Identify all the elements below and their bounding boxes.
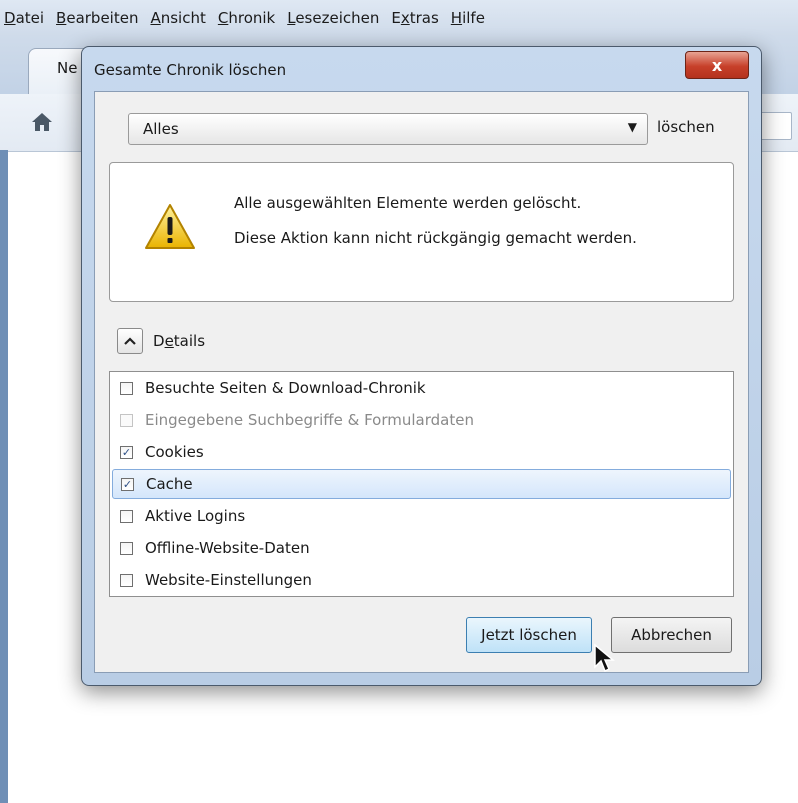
history-item-label: Website-Einstellungen <box>145 571 312 589</box>
history-item-row[interactable]: Eingegebene Suchbegriffe & Formulardaten <box>112 405 731 435</box>
history-item-row[interactable]: ✓ Cache <box>112 469 731 499</box>
history-item-label: Offline-Website-Daten <box>145 539 310 557</box>
checkbox-unchecked <box>120 413 133 427</box>
history-item-label: Eingegebene Suchbegriffe & Formulardaten <box>145 411 474 429</box>
dialog-content: Alles ▼ löschen Alle ausgewählten Elemen… <box>94 91 749 673</box>
chevron-up-icon <box>124 337 136 345</box>
time-range-suffix: löschen <box>657 118 715 136</box>
history-item-row[interactable]: Aktive Logins <box>112 501 731 531</box>
history-item-label: Besuchte Seiten & Download-Chronik <box>145 379 426 397</box>
menu-lesezeichen[interactable]: Lesezeichen <box>287 9 379 27</box>
checkbox-unchecked[interactable] <box>120 509 133 523</box>
history-item-row[interactable]: Offline-Website-Daten <box>112 533 731 563</box>
warning-text-primary: Alle ausgewählten Elemente werden gelösc… <box>234 194 582 212</box>
menu-hilfe[interactable]: Hilfe <box>451 9 485 27</box>
history-item-label: Cache <box>146 475 193 493</box>
checkbox-checked[interactable]: ✓ <box>121 477 134 491</box>
close-button[interactable]: x <box>685 51 749 79</box>
menu-chronik[interactable]: Chronik <box>218 9 275 27</box>
details-toggle-button[interactable] <box>117 328 143 354</box>
warning-text-secondary: Diese Aktion kann nicht rückgängig gemac… <box>234 229 637 247</box>
history-item-row[interactable]: Besuchte Seiten & Download-Chronik <box>112 373 731 403</box>
warning-icon <box>145 204 195 249</box>
history-item-label: Aktive Logins <box>145 507 246 525</box>
checkbox-checked[interactable]: ✓ <box>120 445 133 459</box>
checkbox-unchecked[interactable] <box>120 573 133 587</box>
menu-datei[interactable]: Datei <box>4 9 44 27</box>
time-range-value: Alles <box>143 120 179 138</box>
history-item-label: Cookies <box>145 443 204 461</box>
dropdown-arrow-icon: ▼ <box>627 120 637 134</box>
menu-bar: Datei Bearbeiten Ansicht Chronik Lesezei… <box>0 0 798 36</box>
window-edge <box>0 150 8 803</box>
cancel-button[interactable]: Abbrechen <box>611 617 732 653</box>
mouse-cursor-icon <box>594 643 615 673</box>
warning-box: Alle ausgewählten Elemente werden gelösc… <box>109 162 734 302</box>
clear-history-dialog: Gesamte Chronik löschen x Alles ▼ lösche… <box>81 46 762 686</box>
time-range-select[interactable]: Alles ▼ <box>128 113 648 145</box>
menu-ansicht[interactable]: Ansicht <box>150 9 205 27</box>
checkbox-unchecked[interactable] <box>120 541 133 555</box>
history-item-row[interactable]: Website-Einstellungen <box>112 565 731 595</box>
clear-now-button[interactable]: Jetzt löschen <box>466 617 592 653</box>
checkbox-unchecked[interactable] <box>120 381 133 395</box>
history-items-list: Besuchte Seiten & Download-Chronik Eingeg… <box>109 371 734 597</box>
menu-bearbeiten[interactable]: Bearbeiten <box>56 9 138 27</box>
browser-tab-label: Ne <box>57 59 78 77</box>
menu-extras[interactable]: Extras <box>391 9 438 27</box>
home-icon[interactable] <box>30 110 54 134</box>
dialog-title: Gesamte Chronik löschen <box>94 61 287 79</box>
history-item-row[interactable]: ✓ Cookies <box>112 437 731 467</box>
close-icon: x <box>711 55 723 75</box>
details-label: Details <box>153 332 206 350</box>
